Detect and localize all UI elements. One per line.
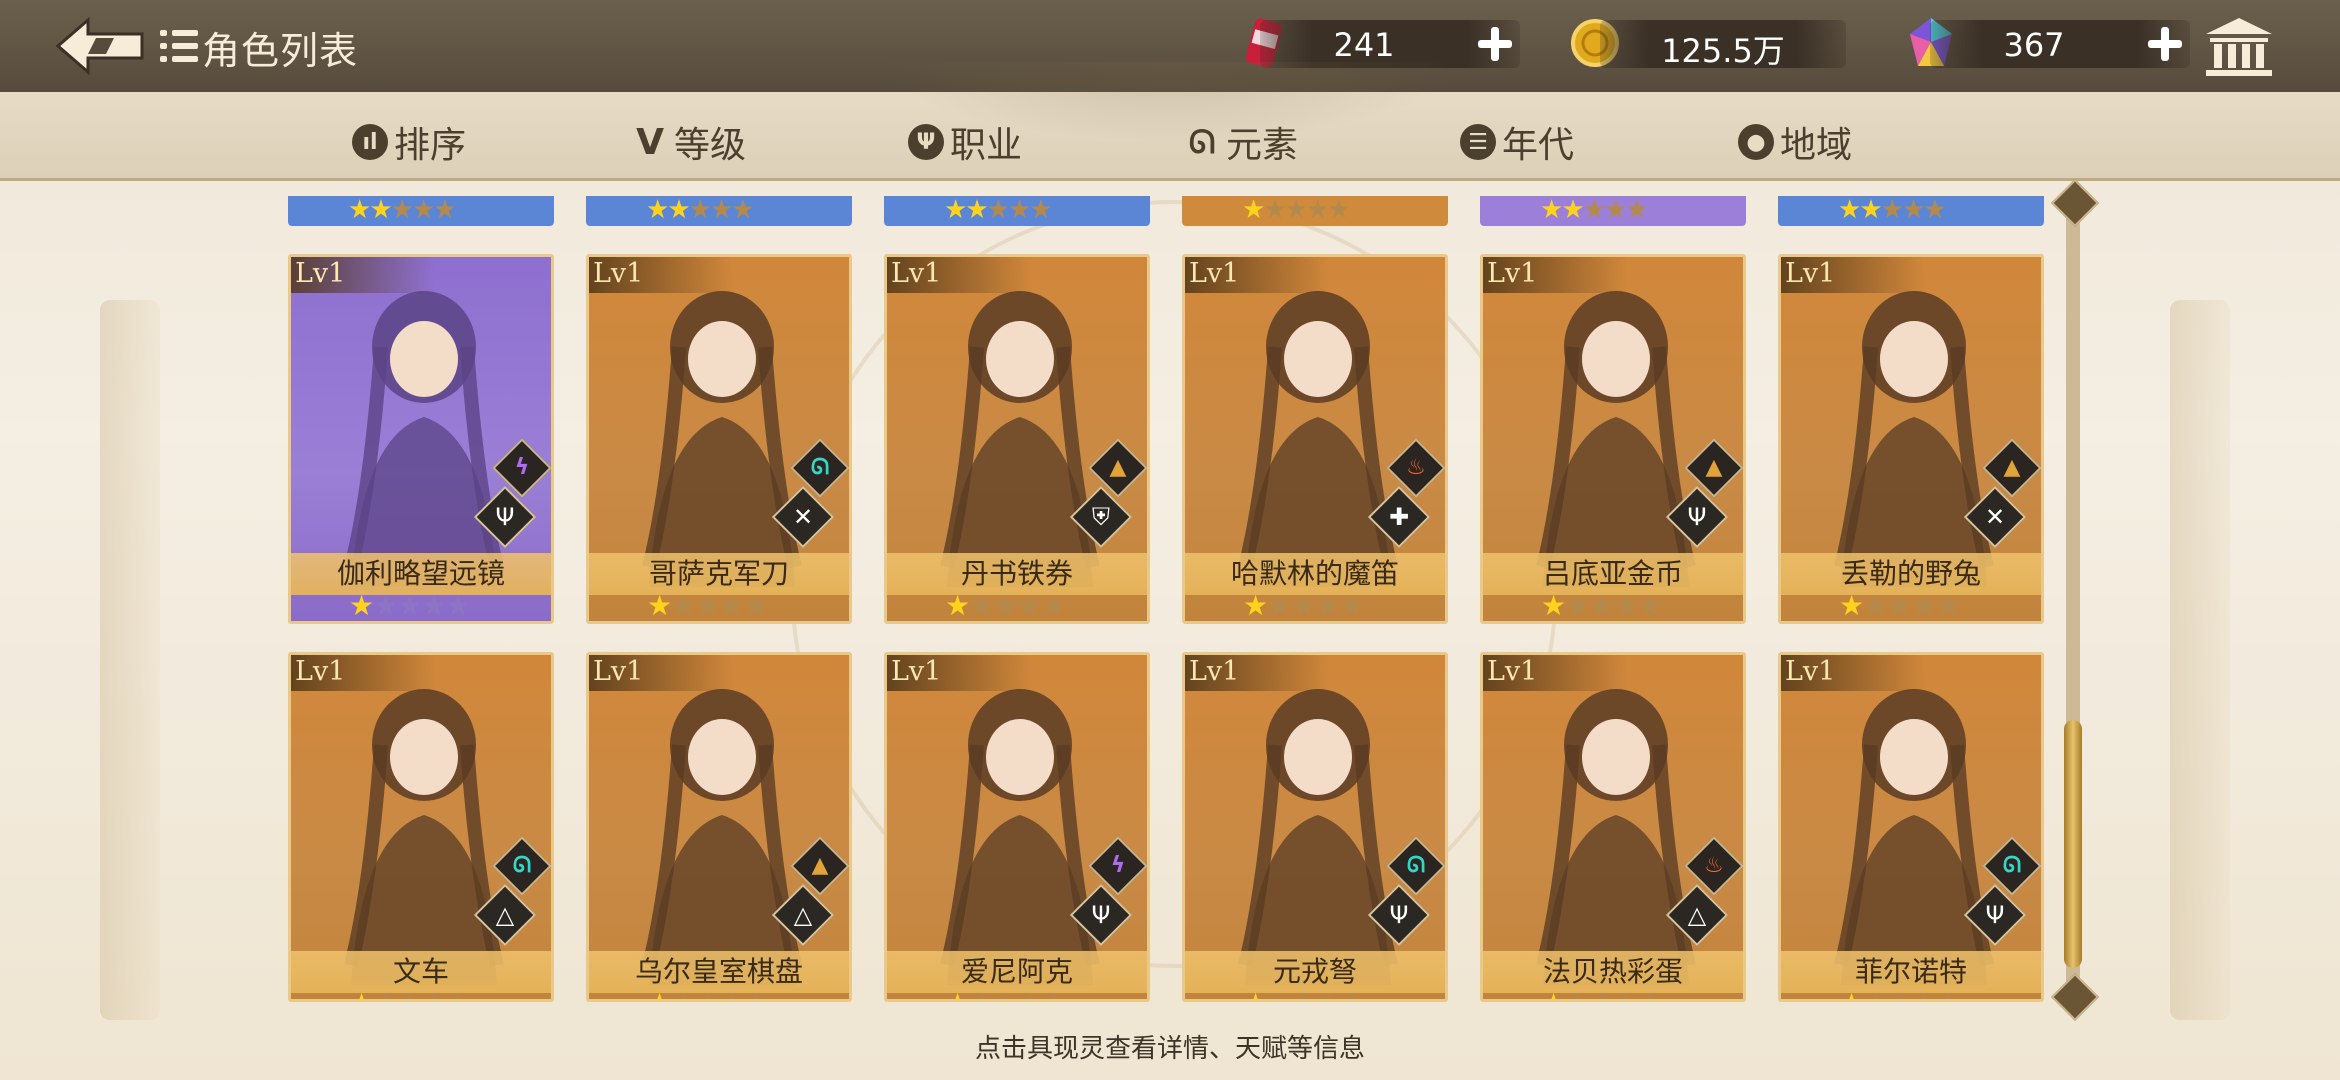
card-level: Lv1 (291, 655, 435, 691)
card-level: Lv1 (291, 257, 435, 293)
character-card[interactable]: Lv1 ϟ Ψ 伽利略望远镜 ★★★★★ (288, 254, 554, 624)
level-icon: V (636, 121, 664, 163)
character-card[interactable]: Lv1 ᘏ Ψ 元戎弩 ★★★★★ (1182, 652, 1448, 1002)
scrollbar-top-cap (2050, 178, 2100, 228)
character-card[interactable]: Lv1 ᘏ Ψ 菲尔诺特 ★★★★★ (1778, 652, 2044, 1002)
character-card[interactable]: Lv1 ▲ ⛨ 丹书铁券 ★★★★★ (884, 254, 1150, 624)
stamina-counter: 241 (1260, 20, 1520, 68)
star-rating: ★★★★★ (945, 589, 1067, 622)
card-level: Lv1 (1781, 655, 1925, 691)
add-gems-button[interactable] (2144, 24, 2184, 64)
star-rating: ★★★★★ (647, 989, 769, 1000)
background-pillar-left (100, 300, 160, 1020)
card-level: Lv1 (589, 257, 733, 293)
card-level: Lv1 (1483, 257, 1627, 293)
character-card[interactable]: Lv1 ᘏ △ 文车 ★★★★★ (288, 652, 554, 1002)
star-rating: ★★★★★ (1541, 989, 1663, 1000)
stamina-value: 241 (1333, 26, 1395, 64)
filter-tab-label: 职业 (950, 125, 1023, 166)
character-card[interactable]: Lv1 ᘏ ✕ 哥萨克军刀 ★★★★★ (586, 254, 852, 624)
card-level: Lv1 (1483, 655, 1627, 691)
gem-counter: 367 (1930, 20, 2190, 68)
sort-icon: ıl (352, 124, 388, 160)
character-card[interactable]: Lv1 ▲ △ 乌尔皇室棋盘 ★★★★★ (586, 652, 852, 1002)
star-rating: ★★★★★ (1243, 589, 1365, 622)
scrollbar-bottom-cap (2050, 972, 2100, 1022)
character-card[interactable]: Lv1 ϟ Ψ 爱尼阿克 ★★★★★ (884, 652, 1150, 1002)
star-rating: ★★★★★ (1839, 589, 1961, 622)
filter-tab-region[interactable]: ● 地域 (1738, 118, 1852, 166)
partial-card-top[interactable]: ★★★★★ (1182, 196, 1448, 226)
filter-tab-label: 等级 (674, 125, 747, 166)
partial-card-top[interactable]: ★★★★★ (1778, 196, 2044, 226)
add-stamina-button[interactable] (1474, 24, 1514, 64)
star-rating: ★★★★★ (1838, 195, 1947, 225)
filter-tab-label: 排序 (394, 125, 467, 166)
card-level: Lv1 (1185, 257, 1329, 293)
filter-tab-profession[interactable]: Ψ 职业 (908, 118, 1022, 166)
star-rating: ★★★★★ (1541, 589, 1663, 622)
filter-bar (0, 62, 2340, 181)
back-button[interactable] (54, 14, 146, 78)
star-rating: ★★★★★ (348, 195, 457, 225)
gold-value: 125.5万 (1661, 32, 1785, 70)
star-rating: ★★★★★ (349, 989, 471, 1000)
star-rating: ★★★★★ (945, 989, 1067, 1000)
character-card[interactable]: Lv1 ▲ Ψ 吕底亚金币 ★★★★★ (1480, 254, 1746, 624)
filter-tab-element[interactable]: ᘏ 元素 (1184, 118, 1299, 167)
partial-card-top[interactable]: ★★★★★ (1480, 196, 1746, 226)
card-level: Lv1 (1185, 655, 1329, 691)
era-icon: ☰ (1460, 124, 1496, 160)
filter-tab-label: 年代 (1502, 125, 1575, 166)
star-rating: ★★★★★ (646, 195, 755, 225)
filter-tab-level[interactable]: V 等级 (632, 118, 747, 167)
filter-tab-label: 元素 (1226, 125, 1299, 166)
background-pillar-right (2170, 300, 2230, 1020)
profession-icon: Ψ (908, 124, 944, 160)
filter-tab-era[interactable]: ☰ 年代 (1460, 118, 1574, 166)
character-card[interactable]: Lv1 ♨ ✚ 哈默林的魔笛 ★★★★★ (1182, 254, 1448, 624)
gem-value: 367 (2003, 26, 2065, 64)
star-rating: ★★★★★ (1839, 989, 1961, 1000)
partial-card-top[interactable]: ★★★★★ (586, 196, 852, 226)
filter-tab-label: 地域 (1780, 125, 1853, 166)
partial-card-top[interactable]: ★★★★★ (884, 196, 1150, 226)
card-level: Lv1 (589, 655, 733, 691)
back-arrow-icon (55, 16, 144, 76)
filter-tab-sort[interactable]: ıl 排序 (352, 118, 466, 166)
page-title: 角色列表 (202, 29, 359, 73)
element-icon: ᘏ (1188, 122, 1216, 161)
star-rating: ★★★★★ (1242, 195, 1351, 225)
character-card[interactable]: Lv1 ▲ ✕ 丢勒的野兔 ★★★★★ (1778, 254, 2044, 624)
star-rating: ★★★★★ (944, 195, 1053, 225)
card-level: Lv1 (1781, 257, 1925, 293)
star-rating: ★★★★★ (1540, 195, 1649, 225)
gold-counter: 125.5万 (1600, 20, 1846, 70)
card-level: Lv1 (887, 655, 1031, 691)
footer-hint: 点击具现灵查看详情、天赋等信息 (974, 1034, 1365, 1064)
star-rating: ★★★★★ (349, 589, 471, 622)
star-rating: ★★★★★ (1243, 989, 1365, 1000)
list-icon (160, 26, 198, 66)
card-level: Lv1 (887, 257, 1031, 293)
partial-card-top[interactable]: ★★★★★ (288, 196, 554, 226)
character-card[interactable]: Lv1 ♨ △ 法贝热彩蛋 ★★★★★ (1480, 652, 1746, 1002)
scrollbar-thumb[interactable] (2064, 720, 2082, 968)
region-icon: ● (1738, 124, 1774, 160)
star-rating: ★★★★★ (647, 589, 769, 622)
bank-icon[interactable] (2202, 14, 2276, 80)
